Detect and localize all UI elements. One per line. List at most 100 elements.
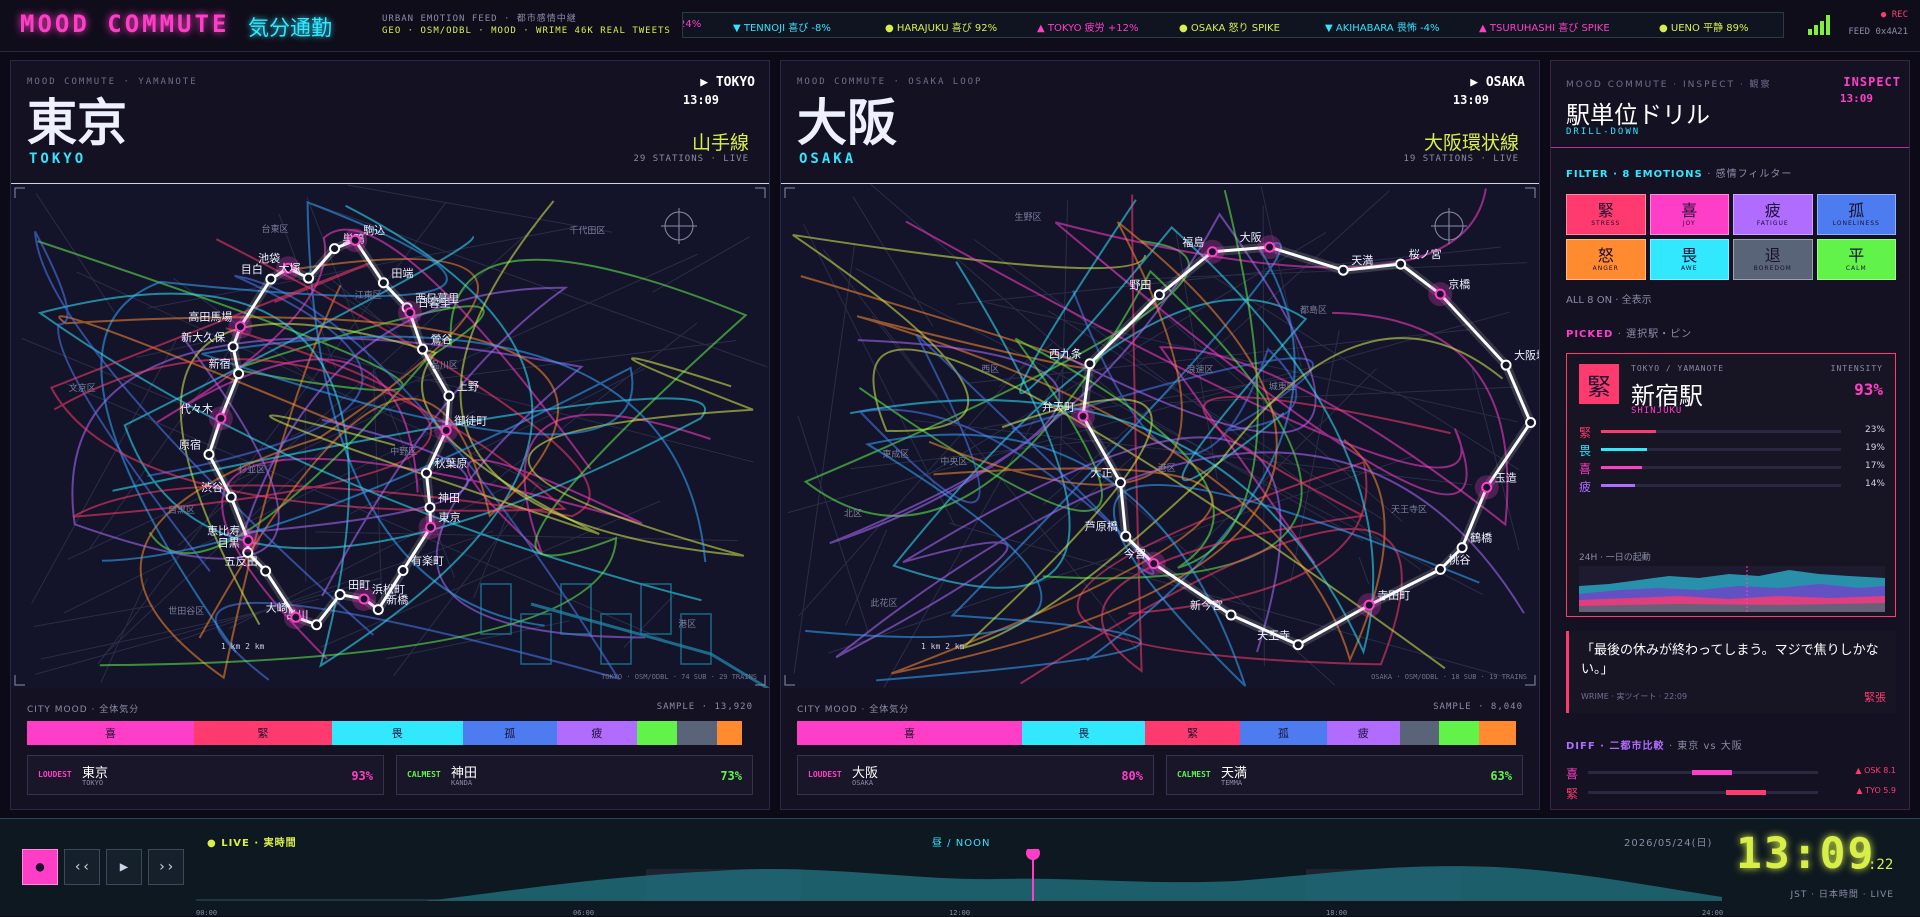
emotion-filter-fatigue[interactable]: 疲FATIGUE [1733, 194, 1813, 235]
mood-segment[interactable] [1479, 721, 1515, 745]
mood-segment[interactable] [1439, 721, 1479, 745]
play-button[interactable]: ▶ [106, 849, 142, 885]
emotion-name: STRESS [1591, 220, 1620, 227]
divider [1551, 147, 1909, 148]
emotion-name: LONELINESS [1833, 220, 1880, 227]
app-logo: MOOD COMMUTE [20, 10, 229, 38]
ward-label: 北区 [844, 508, 862, 519]
calmest-value: 63% [1490, 769, 1512, 783]
timeline-bar: ● ‹‹ ▶ ›› ● LIVE · 実時間 昼 / NOON 2026/05/… [0, 818, 1920, 916]
ward-label: 城東区 [1269, 381, 1296, 393]
emotion-filter-anger[interactable]: 怒ANGER [1566, 239, 1646, 280]
city-name: 東京 [27, 95, 127, 151]
signal-icon [1808, 15, 1832, 35]
picked-station-card[interactable]: 緊 TOKYO / YAMANOTE 新宿駅 SHINJUKU INTENSIT… [1566, 353, 1896, 617]
city-romaji: OSAKA [799, 151, 856, 167]
sample-count: SAMPLE · 8,040 [1433, 702, 1523, 712]
emotion-filter-stress[interactable]: 緊STRESS [1566, 194, 1646, 235]
station-label: 天王寺 [1257, 629, 1290, 642]
station-label: 浜松町 [372, 582, 405, 596]
record-button[interactable]: ● [22, 849, 58, 885]
emotion-name: BOREDOM [1754, 265, 1792, 272]
mood-segment[interactable] [637, 721, 677, 745]
emotion-glyph: 孤 [1848, 202, 1864, 220]
inspect-label: INSPECT [1843, 75, 1901, 89]
mood-segment[interactable] [677, 721, 717, 745]
station-label: 京橋 [1448, 277, 1470, 291]
live-indicator: ● LIVE · 実時間 [207, 834, 297, 849]
picked-label-jp: · 選択駅・ピン [1618, 329, 1692, 340]
play-tokyo-button[interactable]: ▶ TOKYO [700, 75, 755, 90]
station-label: 桃谷 [1448, 552, 1470, 566]
timezone-label: JST · 日本時間 · LIVE [1790, 887, 1894, 900]
intensity-label: INTENSITY [1831, 364, 1883, 373]
mood-segment[interactable] [717, 721, 742, 745]
emotion-bar: 疲14% [1579, 478, 1885, 492]
fast-forward-button[interactable]: ›› [148, 849, 184, 885]
quote-text: 「最後の休みが終わってしまう。マジで焦りしかない。」 [1581, 641, 1887, 679]
calmest-card[interactable]: CALMEST 神田 KANDA 73% [396, 755, 753, 795]
diff-value: ▲ TYO 5.9 [1856, 786, 1896, 795]
station-label: 上野 [457, 380, 479, 393]
picked-station-romaji: SHINJUKU [1631, 406, 1682, 416]
calmest-value: 73% [720, 769, 742, 783]
mood-segment[interactable]: 喜 [27, 721, 194, 745]
calmest-label: CALMEST [407, 770, 441, 779]
osaka-map[interactable]: 大阪天満桜ノ宮京橋大阪城公園森ノ宮玉造鶴橋桃谷寺田町天王寺新今宮今宮芦原橋大正弁… [781, 183, 1539, 688]
timeline-scrubber[interactable] [196, 849, 1722, 901]
bar-value: 19% [1865, 443, 1885, 453]
loudest-card[interactable]: LOUDEST 東京 TOKYO 93% [27, 755, 384, 795]
station-label: 新大久保 [181, 330, 225, 344]
station-label: 新今宮 [1190, 598, 1223, 612]
calmest-card[interactable]: CALMEST 天満 TEMMA 63% [1166, 755, 1523, 795]
osaka-map-svg[interactable]: 大阪天満桜ノ宮京橋大阪城公園森ノ宮玉造鶴橋桃谷寺田町天王寺新今宮今宮芦原橋大正弁… [781, 184, 1539, 688]
tokyo-map-svg[interactable]: 池袋大塚巣鴨駒込田端西日暮里日暮里鶯谷上野御徒町秋葉原神田東京有楽町新橋浜松町田… [11, 184, 769, 688]
daily-mood-chart [1579, 566, 1885, 612]
play-osaka-button[interactable]: ▶ OSAKA [1470, 75, 1525, 90]
emotion-filter-awe[interactable]: 畏AWE [1650, 239, 1730, 280]
mood-segment[interactable]: 畏 [332, 721, 463, 745]
emotion-filter-loneliness[interactable]: 孤LONELINESS [1817, 194, 1897, 235]
station-label: 代々木 [180, 402, 213, 415]
tokyo-map[interactable]: 池袋大塚巣鴨駒込田端西日暮里日暮里鶯谷上野御徒町秋葉原神田東京有楽町新橋浜松町田… [11, 183, 769, 688]
date-readout: 2026/05/24(日) [1624, 834, 1712, 849]
emotion-filter-joy[interactable]: 喜JOY [1650, 194, 1730, 235]
diff-marker [1726, 790, 1766, 795]
station-label: 大阪城公園 [1514, 348, 1539, 362]
ward-label: 中央区 [940, 455, 967, 467]
bar-fill [1601, 466, 1642, 469]
mood-segment[interactable]: 畏 [1022, 721, 1145, 745]
station-label: 福島 [1182, 235, 1204, 249]
mood-segment[interactable]: 喜 [797, 721, 1022, 745]
emotion-filter-boredom[interactable]: 退BOREDOM [1733, 239, 1813, 280]
inspect-time: 13:09 [1840, 92, 1873, 105]
playhead-handle[interactable] [1026, 849, 1040, 860]
ticker-item: ● OSAKA 怒り SPIKE [1179, 19, 1280, 34]
osaka-panel: MOOD COMMUTE · OSAKA LOOP 大阪 OSAKA ▶ OSA… [780, 60, 1540, 810]
emotion-bar: 喜17% [1579, 460, 1885, 474]
show-all-toggle[interactable]: ALL 8 ON · 全表示 [1566, 291, 1652, 306]
ward-label: 西区 [981, 364, 999, 375]
loudest-card[interactable]: LOUDEST 大阪 OSAKA 80% [797, 755, 1154, 795]
map-attribution: TOKYO · OSM/ODBL · 74 SUB · 29 TRAINS [601, 673, 757, 681]
ward-label: 文京区 [69, 382, 96, 394]
mood-segment[interactable]: 緊 [1145, 721, 1239, 745]
mood-segment[interactable]: 孤 [463, 721, 557, 745]
emotion-glyph: 怒 [1598, 247, 1614, 265]
emotion-filter-calm[interactable]: 平CALM [1817, 239, 1897, 280]
mood-segment[interactable]: 孤 [1240, 721, 1327, 745]
mood-segment[interactable]: 緊 [194, 721, 332, 745]
mood-ticker: 24%▼ TENNOJI 喜び -8%● HARAJUKU 喜び 92%▲ TO… [682, 12, 1784, 38]
rewind-button[interactable]: ‹‹ [64, 849, 100, 885]
mood-segment[interactable] [1400, 721, 1440, 745]
station-label: 神田 [438, 490, 460, 504]
feed-title: URBAN EMOTION FEED · 都市感情中継 [382, 11, 577, 24]
ticker-item: ▲ TSURUHASHI 喜び SPIKE [1479, 19, 1610, 34]
mood-segment[interactable]: 疲 [1327, 721, 1400, 745]
mood-segment[interactable]: 疲 [557, 721, 637, 745]
city-name: 大阪 [797, 95, 897, 151]
diff-track [1588, 791, 1818, 794]
station-label: 原宿 [179, 437, 201, 451]
ward-label: 此花区 [871, 597, 898, 609]
loudest-label: LOUDEST [808, 770, 842, 779]
